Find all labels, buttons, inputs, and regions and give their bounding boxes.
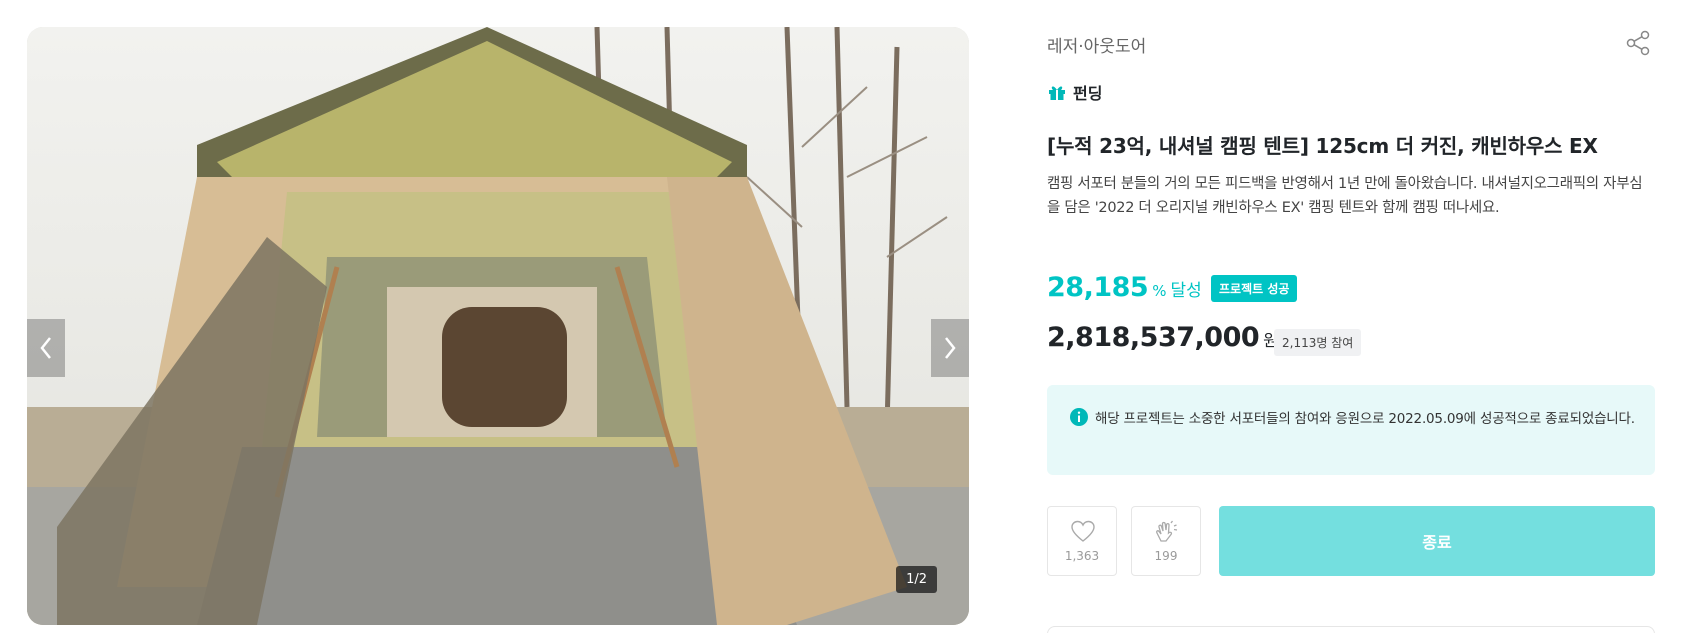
notice-text: 해당 프로젝트는 소중한 서포터들의 참여와 응원으로 2022.05.09에 …: [1095, 411, 1635, 427]
ended-button[interactable]: 종료: [1219, 506, 1655, 576]
category-link[interactable]: 레저·아웃도어: [1047, 32, 1146, 57]
info-icon: [1070, 408, 1088, 426]
cheer-button[interactable]: 199: [1131, 506, 1201, 576]
image-counter: 1/2: [896, 566, 937, 593]
project-title: [누적 23억, 내셔널 캠핑 텐트] 125cm 더 커진, 캐빈하우스 EX: [1047, 134, 1598, 158]
project-type-label: 펀딩: [1073, 84, 1103, 103]
product-image-gallery[interactable]: 1/2: [27, 27, 969, 625]
achievement-rate-unit: %: [1152, 282, 1167, 300]
achievement-rate: 28,185 % 달성: [1047, 272, 1202, 303]
tent-photo: [27, 27, 969, 625]
clap-icon: [1156, 520, 1178, 542]
chevron-left-icon: [40, 337, 51, 359]
achievement-rate-value: 28,185: [1047, 272, 1149, 303]
supporters-badge: 2,113명 참여: [1274, 329, 1362, 356]
gallery-prev-button[interactable]: [27, 319, 65, 377]
share-icon[interactable]: [1623, 28, 1653, 58]
project-type: 펀딩: [1047, 80, 1102, 104]
funding-amount: 2,818,537,000 원: [1047, 322, 1278, 353]
achievement-rate-label: 달성: [1170, 281, 1202, 301]
project-description: 캠핑 서포터 분들의 거의 모든 피드백을 반영해서 1년 만에 돌아왔습니다.…: [1047, 176, 1643, 216]
like-count: 1,363: [1064, 549, 1100, 563]
cheer-count: 199: [1154, 549, 1178, 563]
heart-icon: [1071, 520, 1095, 542]
like-button[interactable]: 1,363: [1047, 506, 1117, 576]
gallery-next-button[interactable]: [931, 319, 969, 377]
gift-icon: [1049, 86, 1065, 100]
chevron-right-icon: [945, 337, 956, 359]
project-ended-notice: 해당 프로젝트는 소중한 서포터들의 참여와 응원으로 2022.05.09에 …: [1047, 385, 1655, 475]
project-info-panel: 레저·아웃도어 펀딩 [누적 23억, 내셔널 캠핑 텐트] 125cm 더 커…: [1047, 0, 1655, 633]
next-section-card: [1047, 626, 1655, 633]
funding-amount-value: 2,818,537,000: [1047, 322, 1260, 353]
status-badge: 프로젝트 성공: [1211, 275, 1298, 302]
